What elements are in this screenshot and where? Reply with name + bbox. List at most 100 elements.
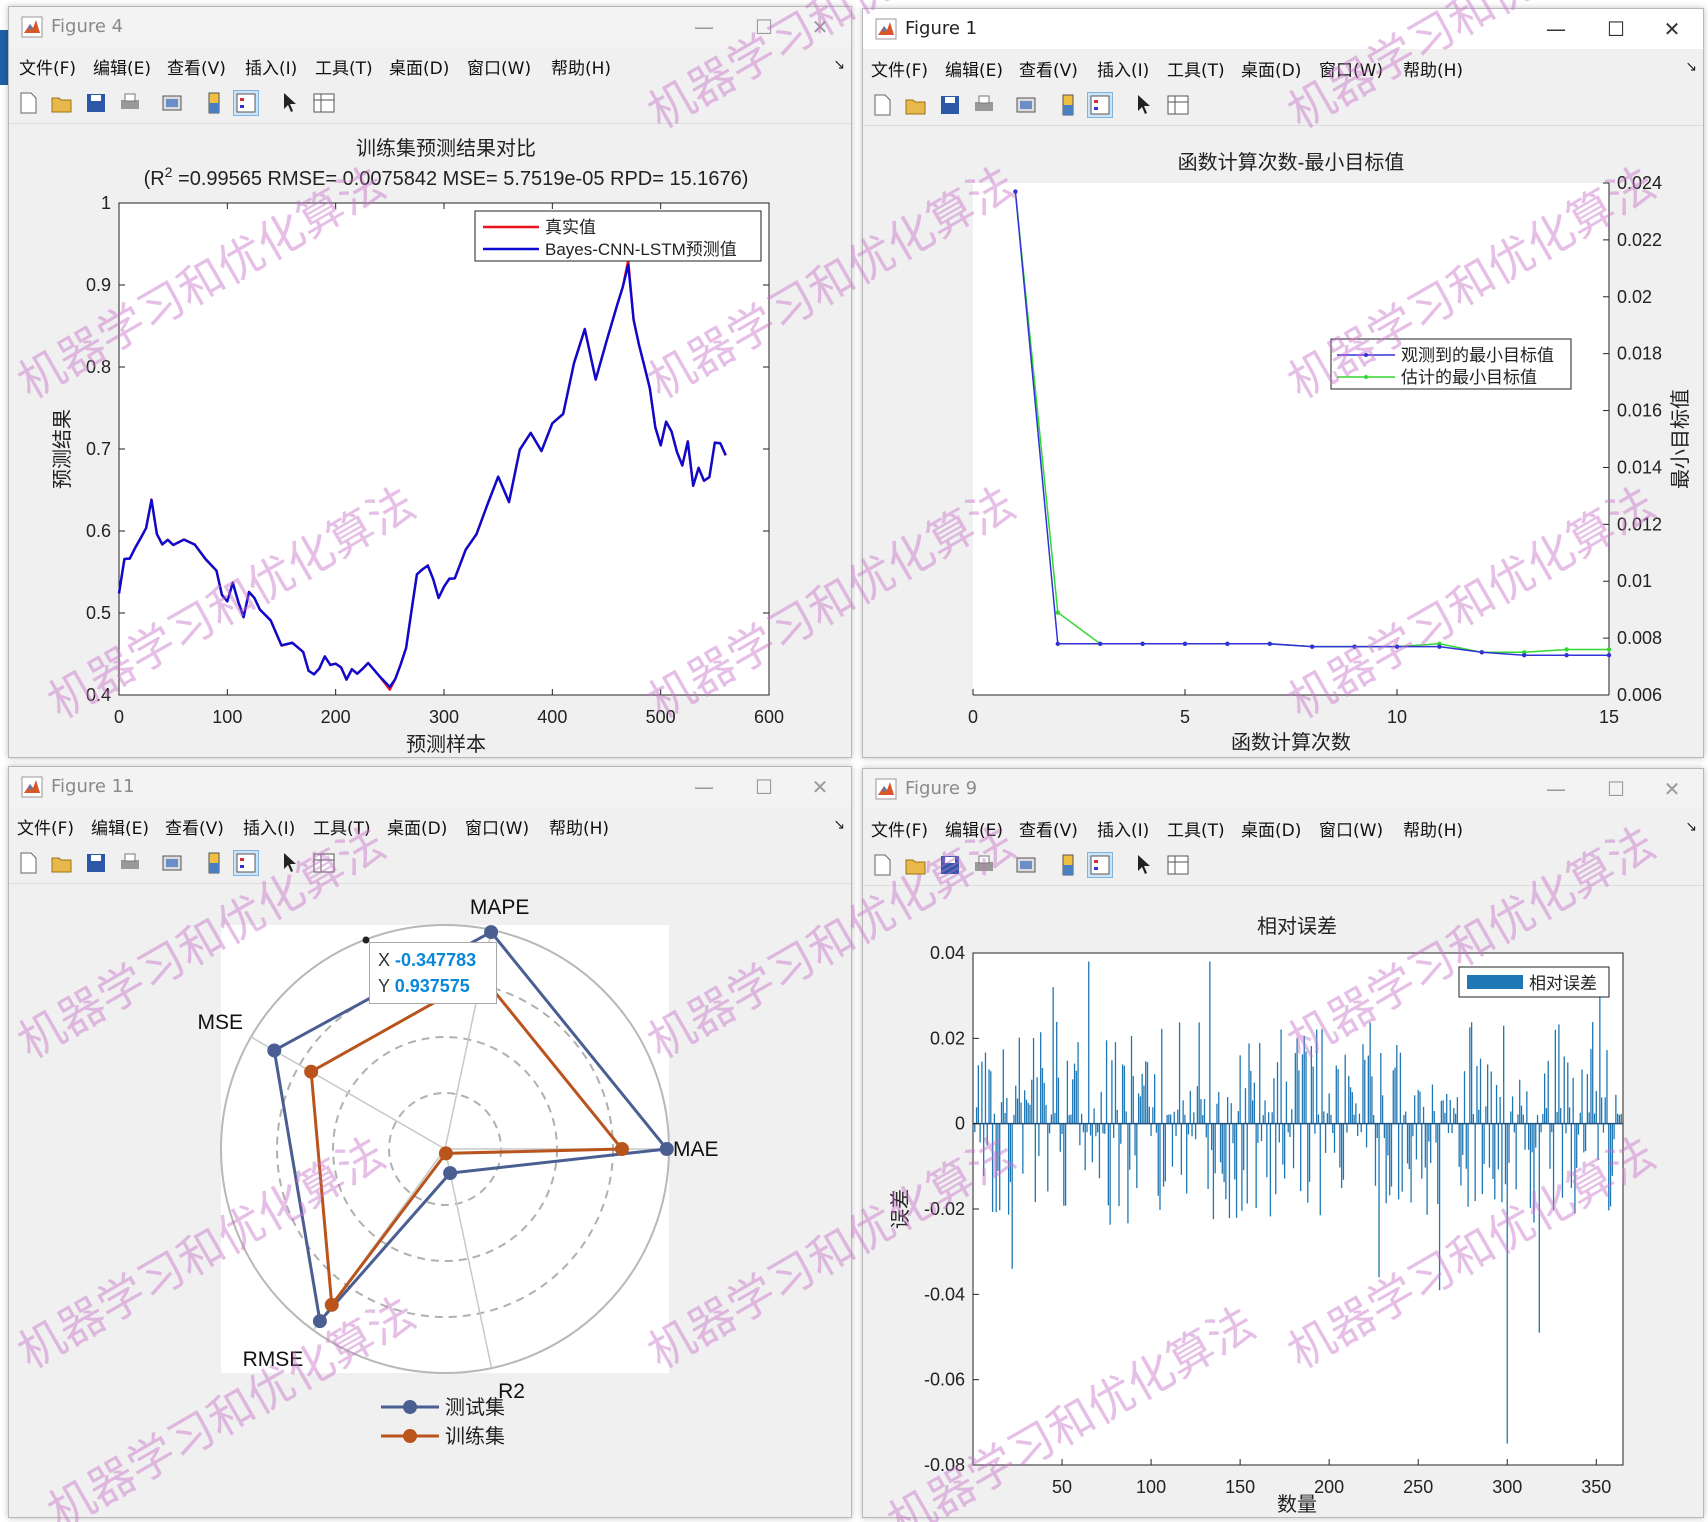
property-inspector-icon[interactable] xyxy=(311,90,337,116)
menu-file[interactable]: 文件(F) xyxy=(871,56,928,81)
figure1-titlebar[interactable]: Figure 1 — ☐ ✕ xyxy=(863,9,1703,49)
fig9-plot-area[interactable] xyxy=(972,952,1624,1466)
x-tick-label: 600 xyxy=(754,707,784,727)
maximize-button[interactable]: ☐ xyxy=(1599,775,1633,803)
property-inspector-icon[interactable] xyxy=(311,850,337,876)
minimize-button[interactable]: — xyxy=(687,773,721,801)
link-plot-icon[interactable] xyxy=(159,850,185,876)
menu-view[interactable]: 查看(V) xyxy=(1019,56,1078,81)
print-icon[interactable] xyxy=(117,850,143,876)
x-tick-label: 300 xyxy=(429,707,459,727)
new-figure-icon[interactable] xyxy=(869,92,895,118)
print-icon[interactable] xyxy=(971,92,997,118)
print-icon[interactable] xyxy=(117,90,143,116)
save-icon[interactable] xyxy=(937,92,963,118)
menu-dock-arrow-icon[interactable]: ↘ xyxy=(1685,819,1697,835)
pointer-icon[interactable] xyxy=(277,850,303,876)
close-button[interactable]: ✕ xyxy=(803,773,837,801)
link-plot-icon[interactable] xyxy=(1013,92,1039,118)
pointer-icon[interactable] xyxy=(277,90,303,116)
open-file-icon[interactable] xyxy=(49,850,75,876)
menu-help[interactable]: 帮助(H) xyxy=(549,814,609,839)
menu-edit[interactable]: 编辑(E) xyxy=(91,814,149,839)
fig4-plot-area[interactable] xyxy=(118,202,770,696)
fig9-legend[interactable]: 相对误差 xyxy=(1458,966,1610,998)
menu-help[interactable]: 帮助(H) xyxy=(1403,56,1463,81)
menu-dock-arrow-icon[interactable]: ↘ xyxy=(833,57,845,73)
minimize-button[interactable]: — xyxy=(687,13,721,41)
menu-file[interactable]: 文件(F) xyxy=(17,814,74,839)
menu-desktop[interactable]: 桌面(D) xyxy=(1241,56,1301,81)
property-inspector-icon[interactable] xyxy=(1165,92,1191,118)
colorbar-icon[interactable] xyxy=(1055,852,1081,878)
link-plot-icon[interactable] xyxy=(1013,852,1039,878)
close-button[interactable]: ✕ xyxy=(1655,775,1689,803)
pointer-icon[interactable] xyxy=(1131,852,1157,878)
save-icon[interactable] xyxy=(83,90,109,116)
menu-window[interactable]: 窗口(W) xyxy=(1319,816,1383,841)
menu-view[interactable]: 查看(V) xyxy=(1019,816,1078,841)
menu-edit[interactable]: 编辑(E) xyxy=(945,816,1003,841)
menu-edit[interactable]: 编辑(E) xyxy=(93,54,151,79)
open-file-icon[interactable] xyxy=(903,852,929,878)
close-button[interactable]: ✕ xyxy=(803,13,837,41)
menu-insert[interactable]: 插入(I) xyxy=(1097,56,1149,81)
fig4-legend[interactable]: 真实值 Bayes-CNN-LSTM预测值 xyxy=(474,210,762,262)
menu-help[interactable]: 帮助(H) xyxy=(1403,816,1463,841)
menu-file[interactable]: 文件(F) xyxy=(871,816,928,841)
save-icon[interactable] xyxy=(83,850,109,876)
legend-icon[interactable] xyxy=(1087,852,1113,878)
series-marker xyxy=(1098,641,1103,646)
fig1-plot-area[interactable] xyxy=(973,183,1609,695)
menu-insert[interactable]: 插入(I) xyxy=(243,814,295,839)
close-button[interactable]: ✕ xyxy=(1655,15,1689,43)
fig11-legend[interactable]: 测试集 训练集 xyxy=(381,1396,505,1448)
minimize-button[interactable]: — xyxy=(1539,15,1573,43)
menu-window[interactable]: 窗口(W) xyxy=(1319,56,1383,81)
menu-insert[interactable]: 插入(I) xyxy=(1097,816,1149,841)
menu-tools[interactable]: 工具(T) xyxy=(1167,56,1225,81)
figure4-titlebar[interactable]: Figure 4 — ☐ ✕ xyxy=(9,7,851,47)
legend-icon[interactable] xyxy=(1087,92,1113,118)
link-plot-icon[interactable] xyxy=(159,90,185,116)
property-inspector-icon[interactable] xyxy=(1165,852,1191,878)
print-icon[interactable] xyxy=(971,852,997,878)
colorbar-icon[interactable] xyxy=(201,90,227,116)
menu-edit[interactable]: 编辑(E) xyxy=(945,56,1003,81)
new-figure-icon[interactable] xyxy=(869,852,895,878)
figure11-titlebar[interactable]: Figure 11 — ☐ ✕ xyxy=(9,767,851,807)
figure9-titlebar[interactable]: Figure 9 — ☐ ✕ xyxy=(863,769,1703,809)
series-marker xyxy=(1606,647,1612,652)
maximize-button[interactable]: ☐ xyxy=(1599,15,1633,43)
menu-desktop[interactable]: 桌面(D) xyxy=(389,54,449,79)
menu-tools[interactable]: 工具(T) xyxy=(1167,816,1225,841)
colorbar-icon[interactable] xyxy=(201,850,227,876)
menu-tools[interactable]: 工具(T) xyxy=(313,814,371,839)
fig1-legend[interactable]: 观测到的最小目标值 估计的最小目标值 xyxy=(1330,338,1572,390)
maximize-button[interactable]: ☐ xyxy=(747,773,781,801)
menu-help[interactable]: 帮助(H) xyxy=(551,54,611,79)
menu-view[interactable]: 查看(V) xyxy=(167,54,226,79)
pointer-icon[interactable] xyxy=(1131,92,1157,118)
legend-icon[interactable] xyxy=(233,90,259,116)
minimize-button[interactable]: — xyxy=(1539,775,1573,803)
maximize-button[interactable]: ☐ xyxy=(747,13,781,41)
open-file-icon[interactable] xyxy=(903,92,929,118)
menu-dock-arrow-icon[interactable]: ↘ xyxy=(1685,59,1697,75)
menu-tools[interactable]: 工具(T) xyxy=(315,54,373,79)
colorbar-icon[interactable] xyxy=(1055,92,1081,118)
new-figure-icon[interactable] xyxy=(15,850,41,876)
save-icon[interactable] xyxy=(937,852,963,878)
menu-view[interactable]: 查看(V) xyxy=(165,814,224,839)
menu-desktop[interactable]: 桌面(D) xyxy=(387,814,447,839)
menu-window[interactable]: 窗口(W) xyxy=(467,54,531,79)
menu-insert[interactable]: 插入(I) xyxy=(245,54,297,79)
datatip[interactable]: X -0.347783 Y 0.937575 xyxy=(369,942,497,1004)
menu-file[interactable]: 文件(F) xyxy=(19,54,76,79)
menu-window[interactable]: 窗口(W) xyxy=(465,814,529,839)
new-figure-icon[interactable] xyxy=(15,90,41,116)
legend-icon[interactable] xyxy=(233,850,259,876)
menu-desktop[interactable]: 桌面(D) xyxy=(1241,816,1301,841)
menu-dock-arrow-icon[interactable]: ↘ xyxy=(833,817,845,833)
open-file-icon[interactable] xyxy=(49,90,75,116)
